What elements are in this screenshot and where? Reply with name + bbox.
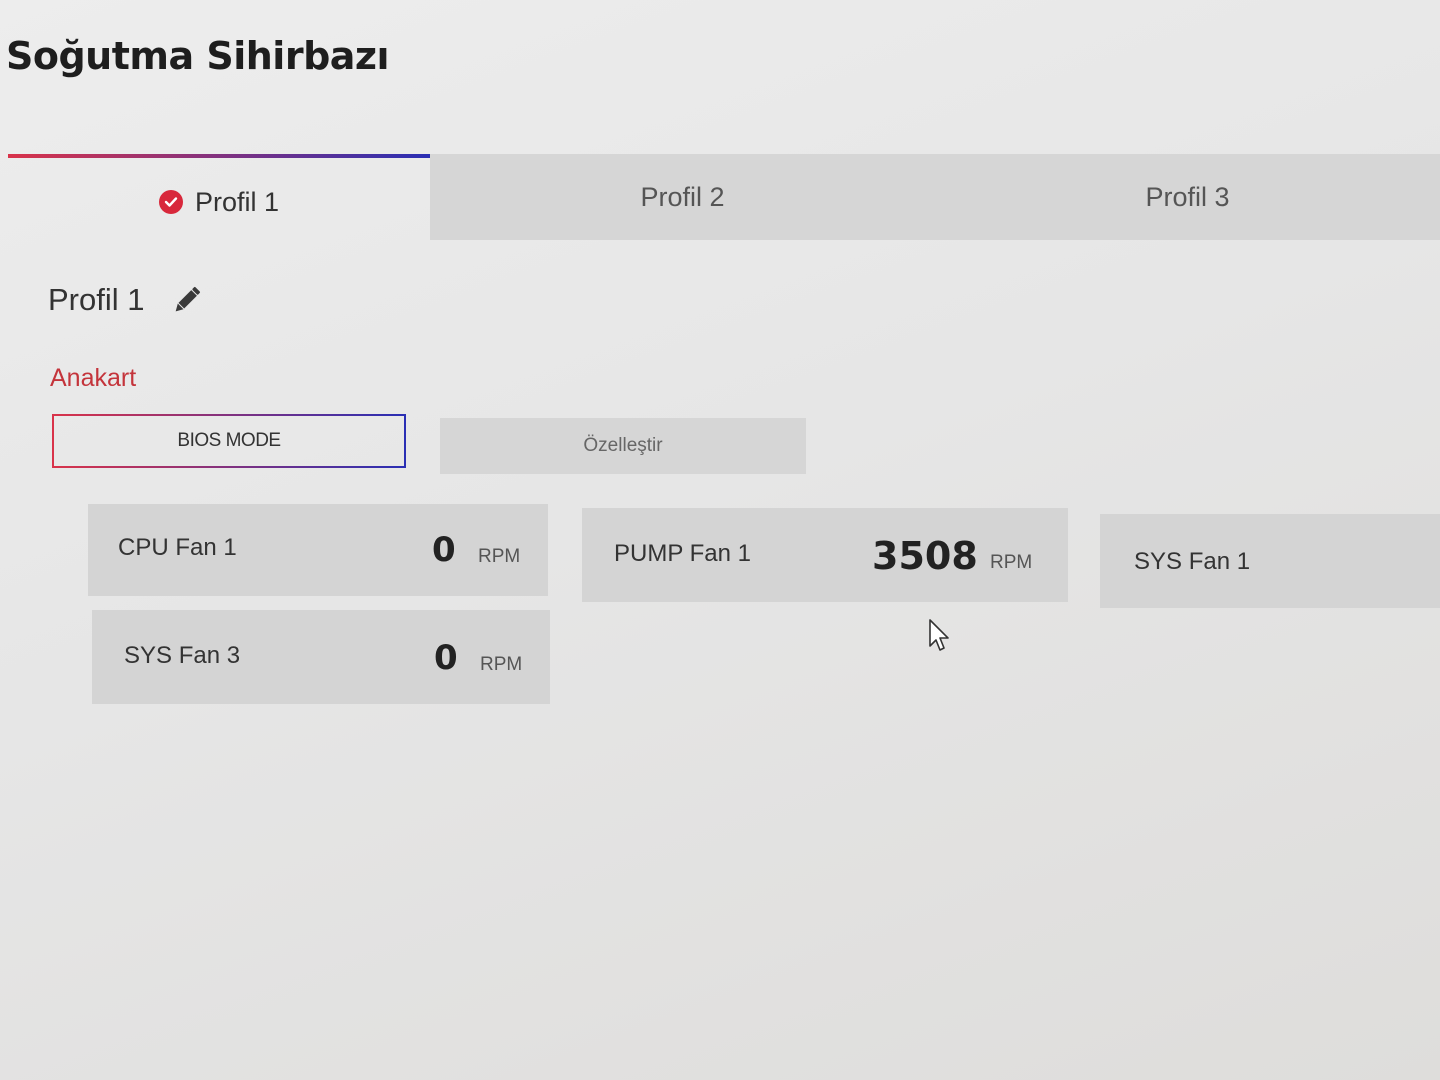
tab-profile-2[interactable]: Profil 2 bbox=[430, 154, 935, 240]
fan-card-cpu-fan-1[interactable]: CPU Fan 1 0 RPM bbox=[88, 504, 548, 596]
tab-profile-1[interactable]: Profil 1 bbox=[8, 154, 430, 240]
fan-name: CPU Fan 1 bbox=[118, 534, 237, 561]
check-circle-icon bbox=[158, 190, 183, 214]
tab-label: Profil 1 bbox=[194, 186, 280, 217]
customize-button[interactable]: Özelleştir bbox=[440, 418, 806, 474]
fan-name: PUMP Fan 1 bbox=[614, 540, 751, 567]
fan-card-pump-fan-1[interactable]: PUMP Fan 1 3508 RPM bbox=[582, 508, 1068, 602]
tab-label: Profil 2 bbox=[640, 181, 725, 212]
app-title: Soğutma Sihirbazı bbox=[6, 34, 390, 78]
mouse-cursor-icon bbox=[929, 619, 949, 651]
profile-header: Profil 1 bbox=[48, 282, 204, 318]
section-label-motherboard: Anakart bbox=[50, 364, 137, 392]
tab-profile-3[interactable]: Profil 3 bbox=[935, 154, 1440, 240]
bios-mode-button[interactable]: BIOS MODE bbox=[52, 414, 406, 468]
fan-card-sys-fan-3[interactable]: SYS Fan 3 0 RPM bbox=[92, 610, 550, 704]
profile-name: Profil 1 bbox=[48, 282, 145, 317]
fan-rpm-unit: RPM bbox=[478, 546, 521, 567]
tab-label: Profil 3 bbox=[1145, 181, 1230, 212]
fan-name: SYS Fan 1 bbox=[1134, 548, 1251, 575]
fan-rpm-value: 3508 bbox=[872, 534, 978, 578]
fan-rpm-unit: RPM bbox=[480, 654, 523, 675]
pencil-icon[interactable] bbox=[170, 283, 204, 317]
fan-rpm-value: 0 bbox=[434, 638, 458, 678]
fan-card-sys-fan-1[interactable]: SYS Fan 1 bbox=[1100, 514, 1440, 608]
fan-name: SYS Fan 3 bbox=[124, 642, 241, 669]
fan-rpm-value: 0 bbox=[432, 530, 456, 570]
profile-tab-bar: Profil 1 Profil 2 Profil 3 bbox=[8, 154, 1440, 240]
fan-rpm-unit: RPM bbox=[990, 552, 1033, 573]
